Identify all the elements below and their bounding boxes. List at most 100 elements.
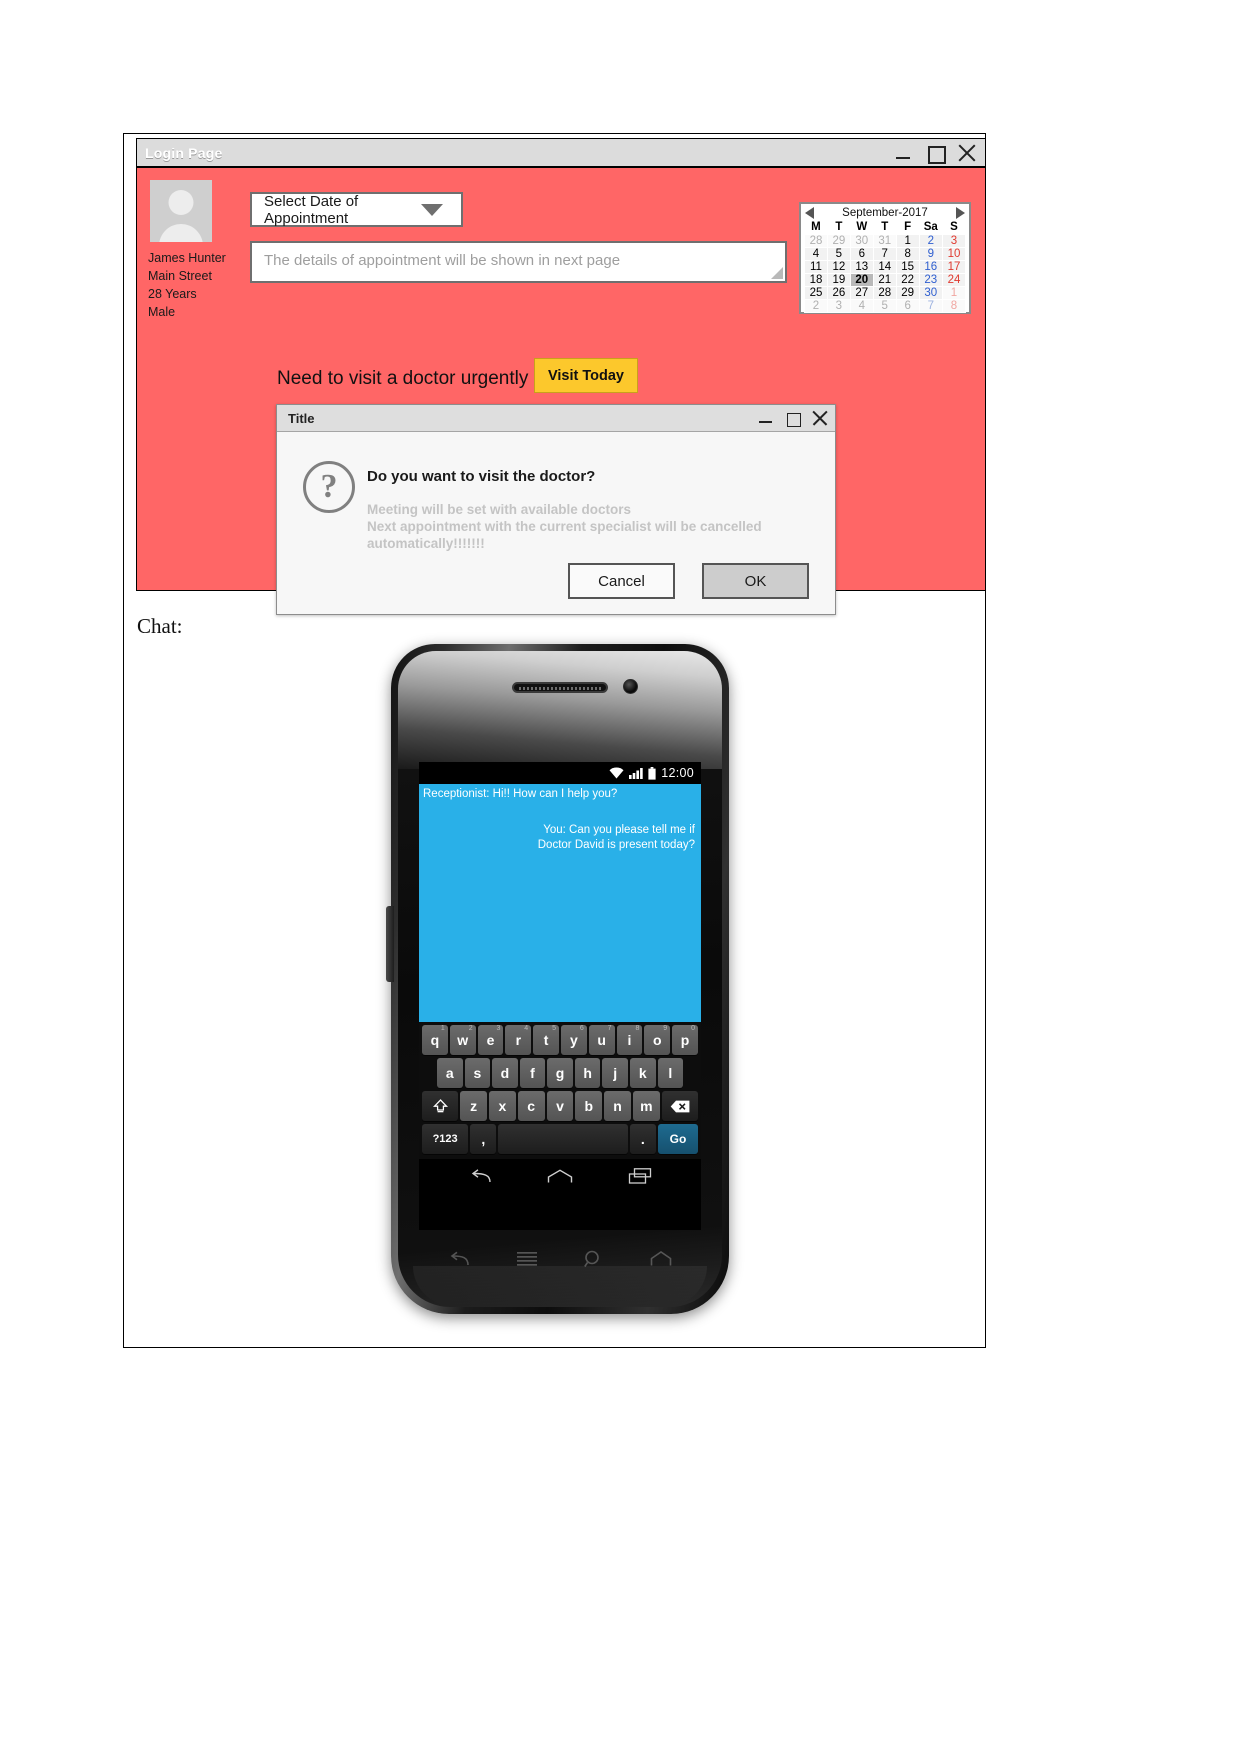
calendar-day-5[interactable]: 5 <box>826 246 851 261</box>
calendar-day-26[interactable]: 26 <box>826 285 851 300</box>
key-d[interactable]: d <box>492 1058 518 1088</box>
search-icon[interactable] <box>584 1250 603 1273</box>
key-k[interactable]: k <box>629 1058 656 1088</box>
recent-apps-icon[interactable] <box>628 1168 652 1184</box>
calendar-day-28[interactable]: 28 <box>804 233 828 248</box>
calendar-day-4[interactable]: 4 <box>804 246 828 261</box>
close-icon[interactable] <box>957 143 977 163</box>
key-c[interactable]: c <box>517 1091 545 1121</box>
calendar-day-7[interactable]: 7 <box>918 298 944 313</box>
calendar-day-5[interactable]: 5 <box>872 298 897 313</box>
cancel-button[interactable]: Cancel <box>568 563 675 599</box>
period-key[interactable]: . <box>629 1124 656 1154</box>
calendar-day-8[interactable]: 8 <box>895 246 920 261</box>
maximize-icon[interactable] <box>784 410 801 427</box>
calendar-day-12[interactable]: 12 <box>826 259 851 274</box>
key-e[interactable]: e3 <box>477 1025 504 1055</box>
key-n[interactable]: n <box>604 1091 631 1121</box>
calendar-day-15[interactable]: 15 <box>895 259 920 274</box>
key-h[interactable]: h <box>574 1058 601 1088</box>
key-l[interactable]: l <box>657 1058 684 1088</box>
key-o[interactable]: o9 <box>644 1025 671 1055</box>
key-y[interactable]: y6 <box>560 1025 587 1055</box>
key-s[interactable]: s <box>464 1058 491 1088</box>
calendar-day-29[interactable]: 29 <box>895 285 920 300</box>
calendar-day-2[interactable]: 2 <box>804 298 828 313</box>
calendar-day-24[interactable]: 24 <box>942 272 966 287</box>
calendar-day-6[interactable]: 6 <box>849 246 874 261</box>
calendar-day-2[interactable]: 2 <box>918 233 944 248</box>
key-j[interactable]: j <box>602 1058 628 1088</box>
key-a[interactable]: a <box>437 1058 463 1088</box>
calendar-day-11[interactable]: 11 <box>804 259 828 274</box>
key-u[interactable]: u7 <box>588 1025 615 1055</box>
key-t[interactable]: t5 <box>533 1025 559 1055</box>
calendar-day-1[interactable]: 1 <box>942 285 966 300</box>
calendar-day-7[interactable]: 7 <box>872 246 897 261</box>
key-z[interactable]: z <box>460 1091 487 1121</box>
maximize-icon[interactable] <box>925 143 946 164</box>
key-i[interactable]: i8 <box>616 1025 643 1055</box>
comma-key[interactable]: , <box>470 1124 497 1154</box>
home-icon[interactable] <box>547 1168 573 1184</box>
symbols-key[interactable]: ?123 <box>422 1124 469 1154</box>
volume-button[interactable] <box>386 906 394 982</box>
calendar-day-17[interactable]: 17 <box>942 259 966 274</box>
calendar-day-30[interactable]: 30 <box>849 233 874 248</box>
calendar-day-27[interactable]: 27 <box>849 285 874 300</box>
menu-icon[interactable] <box>517 1251 538 1272</box>
visit-today-button[interactable]: Visit Today <box>534 358 638 393</box>
calendar-day-30[interactable]: 30 <box>918 285 944 300</box>
go-key[interactable]: Go <box>657 1124 698 1154</box>
minimize-icon[interactable] <box>893 143 913 163</box>
key-r[interactable]: r4 <box>505 1025 532 1055</box>
calendar-day-28[interactable]: 28 <box>872 285 897 300</box>
calendar-day-31[interactable]: 31 <box>872 233 897 248</box>
shift-key[interactable] <box>422 1091 459 1121</box>
key-g[interactable]: g <box>547 1058 573 1088</box>
calendar-day-14[interactable]: 14 <box>872 259 897 274</box>
calendar-day-3[interactable]: 3 <box>826 298 851 313</box>
next-month-icon[interactable] <box>955 207 965 219</box>
backspace-key[interactable] <box>661 1091 698 1121</box>
back-icon[interactable] <box>448 1251 470 1272</box>
key-m[interactable]: m <box>632 1091 660 1121</box>
calendar-day-22[interactable]: 22 <box>895 272 920 287</box>
calendar-day-8[interactable]: 8 <box>942 298 966 313</box>
minimize-icon[interactable] <box>757 410 774 427</box>
calendar-day-9[interactable]: 9 <box>918 246 944 261</box>
calendar-day-10[interactable]: 10 <box>942 246 966 261</box>
calendar-day-18[interactable]: 18 <box>804 272 828 287</box>
space-key[interactable] <box>498 1124 628 1154</box>
appointment-details-textarea[interactable]: The details of appointment will be shown… <box>250 241 787 283</box>
calendar-day-19[interactable]: 19 <box>826 272 851 287</box>
calendar-day-4[interactable]: 4 <box>849 298 874 313</box>
back-icon[interactable] <box>468 1168 492 1184</box>
appointment-calendar[interactable]: September-2017 M T W T F Sa S 28 29 30 31 1 2 3 4 5 6 7 8… <box>799 202 971 314</box>
calendar-day-29[interactable]: 29 <box>826 233 851 248</box>
calendar-day-16[interactable]: 16 <box>918 259 944 274</box>
calendar-day-20[interactable]: 20 <box>849 272 874 287</box>
calendar-day-3[interactable]: 3 <box>942 233 966 248</box>
key-p[interactable]: p0 <box>672 1025 698 1055</box>
calendar-day-23[interactable]: 23 <box>918 272 944 287</box>
calendar-day-13[interactable]: 13 <box>849 259 874 274</box>
calendar-day-25[interactable]: 25 <box>804 285 828 300</box>
key-x[interactable]: x <box>488 1091 516 1121</box>
resize-handle-icon[interactable] <box>771 267 783 279</box>
key-o-number: 9 <box>663 1025 668 1032</box>
prev-month-icon[interactable] <box>805 207 814 219</box>
calendar-day-6[interactable]: 6 <box>895 298 920 313</box>
select-date-dropdown[interactable]: Select Date of Appointment <box>250 192 463 227</box>
close-icon[interactable] <box>811 410 828 427</box>
key-w[interactable]: w2 <box>449 1025 476 1055</box>
key-f[interactable]: f <box>519 1058 546 1088</box>
calendar-weekday-5: Sa <box>923 220 938 233</box>
ok-button[interactable]: OK <box>702 563 809 599</box>
calendar-day-1[interactable]: 1 <box>895 233 920 248</box>
key-b[interactable]: b <box>575 1091 603 1121</box>
calendar-day-21[interactable]: 21 <box>872 272 897 287</box>
key-q[interactable]: q1 <box>422 1025 448 1055</box>
key-v[interactable]: v <box>546 1091 574 1121</box>
home-icon[interactable] <box>650 1250 672 1272</box>
